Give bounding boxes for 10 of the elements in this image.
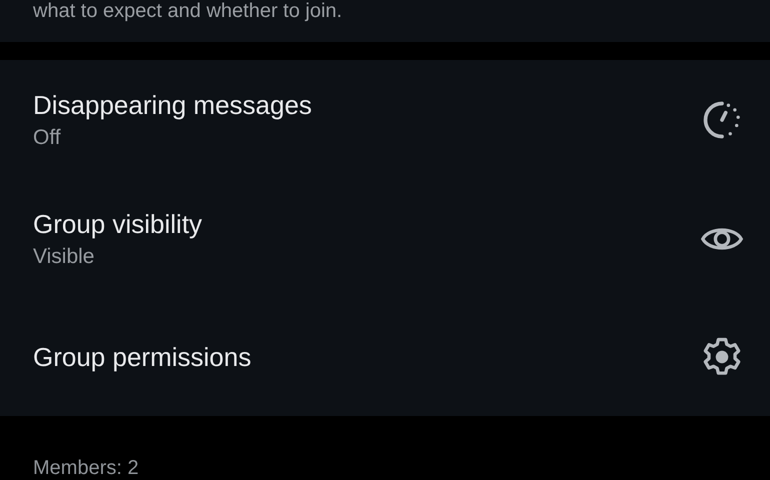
group-description: what to expect and whether to join. xyxy=(33,0,342,23)
settings-row[interactable]: Group permissions xyxy=(0,298,770,416)
setting-value: Off xyxy=(33,125,62,151)
settings-row[interactable]: Disappearing messages Off xyxy=(0,60,770,180)
settings-row[interactable]: Group visibility Visible xyxy=(0,180,770,298)
setting-value: Visible xyxy=(33,244,96,270)
members-count: Members: 2 xyxy=(33,457,139,479)
setting-title: Group permissions xyxy=(33,341,252,373)
setting-title: Group visibility xyxy=(33,208,202,240)
setting-title: Disappearing messages xyxy=(33,89,312,121)
